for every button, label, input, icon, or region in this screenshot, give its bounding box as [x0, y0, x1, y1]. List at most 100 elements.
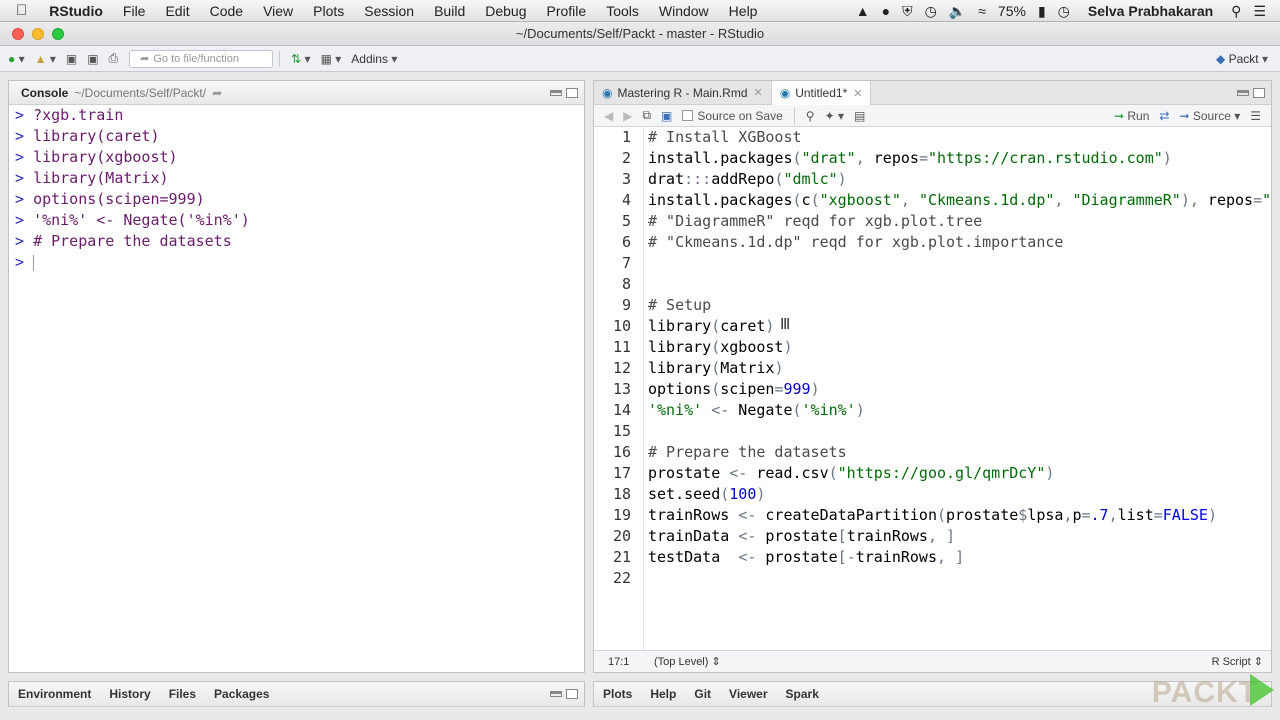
code-line[interactable]: library(xgboost) [648, 337, 1271, 358]
code-line[interactable]: trainData <- prostate[trainRows, ] [648, 526, 1271, 547]
tab-viewer[interactable]: Viewer [720, 682, 776, 706]
code-line[interactable] [648, 253, 1271, 274]
tab-git[interactable]: Git [685, 682, 720, 706]
tab-environment[interactable]: Environment [9, 682, 100, 706]
menu-help[interactable]: Help [719, 0, 768, 22]
tab-spark[interactable]: Spark [777, 682, 828, 706]
code-line[interactable]: options(scipen=999) [648, 379, 1271, 400]
git-icon[interactable]: ⇅ ▾ [286, 46, 315, 72]
minimize-pane-icon[interactable] [550, 89, 562, 96]
open-project-icon[interactable]: ▲ ▾ [30, 46, 61, 72]
code-line[interactable]: drat:::addRepo("dmlc") [648, 169, 1271, 190]
menu-profile[interactable]: Profile [537, 0, 597, 22]
code-lines[interactable]: # Install XGBoost install.packages("drat"… [648, 127, 1271, 589]
minimize-window-button[interactable] [32, 28, 44, 40]
code-area[interactable]: 1 2 3 4 5 6 7 8 9 10 11 12 13 14 15 16 17 18 19 20 21 22 # In… [594, 127, 1271, 650]
code-line[interactable]: # "DiagrammeR" reqd for xgb.plot.tree [648, 211, 1271, 232]
save-icon[interactable]: ▣ [61, 46, 82, 72]
shield-icon[interactable]: ⛨ [896, 0, 919, 22]
code-line[interactable] [648, 274, 1271, 295]
project-menu[interactable]: ◆ Packt ▾ [1211, 46, 1280, 72]
app-menu[interactable]: RStudio [39, 0, 113, 22]
source-on-save-checkbox[interactable]: Source on Save [677, 103, 787, 129]
notification-center-icon[interactable]: ☰ [1247, 0, 1280, 22]
show-in-window-icon[interactable]: ⧉ [637, 103, 656, 129]
tab-packages[interactable]: Packages [205, 682, 278, 706]
spotlight-search-icon[interactable]: ⚲ [1225, 0, 1247, 22]
wifi-icon[interactable]: ≈ [972, 0, 992, 22]
source-button[interactable]: ➞ Source ▾ [1174, 103, 1245, 129]
document-outline-icon[interactable]: ☰ [1245, 103, 1271, 129]
code-line[interactable] [648, 568, 1271, 589]
new-file-icon[interactable]: ● ▾ [0, 46, 30, 72]
drive-icon[interactable]: ▲ [850, 0, 876, 22]
close-window-button[interactable] [12, 28, 24, 40]
user-name[interactable]: Selva Prabhakaran [1076, 0, 1225, 22]
run-button[interactable]: ➞ Run [1109, 103, 1154, 129]
close-tab-icon[interactable]: ✕ [754, 86, 763, 99]
pane-layout-icon[interactable]: ▦ ▾ [316, 46, 347, 72]
console-text: # Prepare the datasets [33, 232, 232, 250]
menu-view[interactable]: View [253, 0, 303, 22]
zoom-window-button[interactable] [52, 28, 64, 40]
maximize-pane-icon[interactable] [566, 689, 578, 699]
code-line[interactable]: trainRows <- createDataPartition(prostat… [648, 505, 1271, 526]
close-tab-icon[interactable]: ✕ [853, 87, 862, 100]
console-output[interactable]: > ?xgb.train > library(caret) > library(xg… [15, 105, 584, 672]
volume-icon[interactable]: 🔈 [943, 0, 972, 22]
menu-build[interactable]: Build [424, 0, 475, 22]
maximize-pane-icon[interactable] [566, 87, 578, 98]
console-prompt: > [15, 148, 25, 166]
go-to-directory-icon[interactable]: ➦ [206, 86, 222, 100]
menu-code[interactable]: Code [200, 0, 253, 22]
code-line[interactable]: # Setup [648, 295, 1271, 316]
code-line[interactable]: library(Matrix) [648, 358, 1271, 379]
goto-file-input[interactable]: ➦ Go to file/function [129, 49, 274, 68]
menu-plots[interactable]: Plots [303, 0, 354, 22]
maximize-pane-icon[interactable] [1253, 87, 1265, 98]
project-name: Packt [1228, 51, 1259, 66]
code-line[interactable]: install.packages(c("xgboost", "Ckmeans.1… [648, 190, 1271, 211]
find-icon[interactable]: ⚲ [801, 103, 820, 129]
time-machine-icon[interactable]: ◷ [919, 0, 943, 22]
code-line[interactable] [648, 421, 1271, 442]
battery-percent[interactable]: 75% [992, 0, 1032, 22]
code-line[interactable]: set.seed(100) [648, 484, 1271, 505]
battery-icon[interactable]: ▮ [1032, 0, 1052, 22]
code-line[interactable]: install.packages("drat", repos="https://… [648, 148, 1271, 169]
menu-debug[interactable]: Debug [475, 0, 536, 22]
back-arrow-icon[interactable]: ◀ [594, 103, 618, 129]
code-line[interactable]: '%ni%' <- Negate('%in%') [648, 400, 1271, 421]
tab-files[interactable]: Files [160, 682, 205, 706]
code-line[interactable]: # Install XGBoost [648, 127, 1271, 148]
code-tools-wand-icon[interactable]: ✦ ▾ [820, 103, 849, 129]
menu-file[interactable]: File [113, 0, 156, 22]
clock-icon[interactable]: ◷ [1052, 0, 1076, 22]
code-line[interactable]: # "Ckmeans.1d.dp" reqd for xgb.plot.impo… [648, 232, 1271, 253]
tab-mastering-r-main[interactable]: ◉ Mastering R - Main.Rmd ✕ [594, 80, 772, 105]
tab-help[interactable]: Help [641, 682, 685, 706]
minimize-pane-icon[interactable] [550, 691, 562, 697]
menu-edit[interactable]: Edit [155, 0, 199, 22]
rerun-icon[interactable]: ⇄ [1154, 103, 1174, 129]
tab-plots[interactable]: Plots [594, 682, 641, 706]
tab-history[interactable]: History [100, 682, 159, 706]
code-line[interactable]: library(caret) [648, 316, 1271, 337]
compile-report-icon[interactable]: ▤ [849, 103, 870, 129]
menu-window[interactable]: Window [649, 0, 719, 22]
menu-session[interactable]: Session [354, 0, 424, 22]
m-icon[interactable]: ● [876, 0, 896, 22]
minimize-pane-icon[interactable] [1237, 89, 1249, 96]
save-icon[interactable]: ▣ [656, 103, 677, 129]
forward-arrow-icon[interactable]: ▶ [618, 103, 637, 129]
code-line[interactable]: testData <- prostate[-trainRows, ] [648, 547, 1271, 568]
apple-icon[interactable]:  [0, 0, 39, 22]
menu-tools[interactable]: Tools [596, 0, 649, 22]
code-line[interactable]: # Prepare the datasets [648, 442, 1271, 463]
code-line[interactable]: prostate <- read.csv("https://goo.gl/qmr… [648, 463, 1271, 484]
filetype-selector[interactable]: R Script ⇕ [1212, 655, 1271, 668]
addins-menu[interactable]: Addins ▾ [346, 46, 402, 72]
print-icon[interactable]: ⎙ [104, 46, 124, 72]
scope-selector[interactable]: (Top Level) ⇕ [654, 655, 721, 668]
save-all-icon[interactable]: ▣ [82, 46, 103, 72]
